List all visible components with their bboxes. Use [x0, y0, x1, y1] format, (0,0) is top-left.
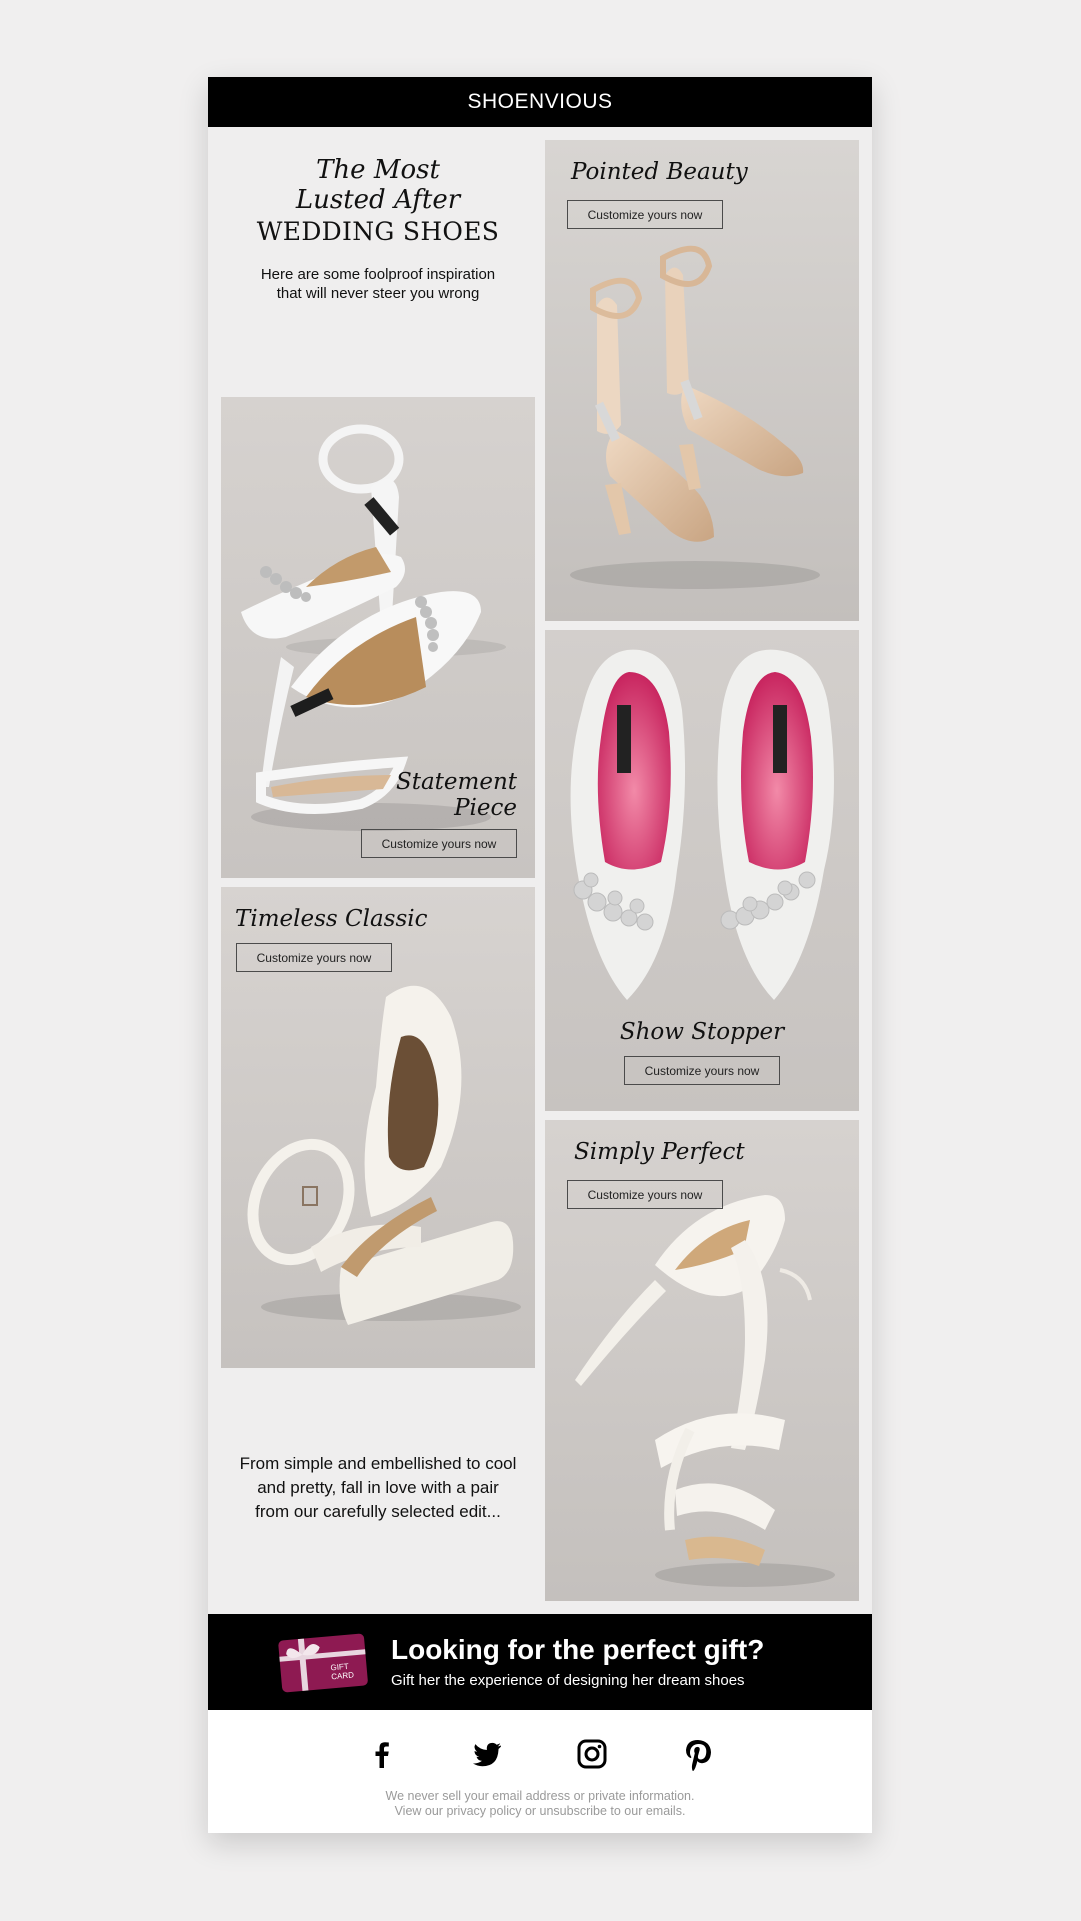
- facebook-icon[interactable]: [365, 1737, 399, 1771]
- timeless-classic-title: Timeless Classic: [235, 906, 428, 932]
- product-pointed-beauty[interactable]: Pointed Beauty Customize yours now: [545, 140, 859, 621]
- headline-line-1: The Most: [316, 155, 440, 185]
- outro-line-1: From simple and embellished to cool: [239, 1454, 517, 1473]
- outro-line-3: from our carefully selected edit...: [255, 1502, 501, 1521]
- product-statement-piece[interactable]: Statement Piece Customize yours now: [221, 397, 535, 878]
- instagram-icon[interactable]: [575, 1737, 609, 1771]
- outro-text: From simple and embellished to cool and …: [221, 1452, 535, 1524]
- gift-headline: Looking for the perfect gift?: [391, 1634, 765, 1665]
- pointed-beauty-customize-button[interactable]: Customize yours now: [567, 200, 723, 229]
- header-bar: SHOENVIOUS: [208, 77, 872, 127]
- brand-logo[interactable]: SHOENVIOUS: [467, 90, 612, 114]
- statement-piece-title-line-2: Piece: [454, 795, 517, 821]
- gift-card-icon: GIFT CARD: [278, 1633, 368, 1693]
- timeless-classic-customize-button[interactable]: Customize yours now: [236, 943, 392, 972]
- intro-block: The Most Lusted After WEDDING SHOES Here…: [221, 155, 535, 303]
- intro-subtitle: Here are some foolproof inspiration that…: [221, 265, 535, 303]
- product-show-stopper[interactable]: Show Stopper Customize yours now: [545, 630, 859, 1111]
- email-container: SHOENVIOUS The Most Lusted After WEDDING…: [208, 77, 872, 1833]
- disclaimer-line-1: We never sell your email address or priv…: [385, 1789, 695, 1803]
- show-stopper-title: Show Stopper: [619, 1019, 785, 1045]
- disclaimer-line-2[interactable]: View our privacy policy or unsubscribe t…: [208, 1804, 872, 1819]
- statement-piece-customize-button[interactable]: Customize yours now: [361, 829, 517, 858]
- show-stopper-customize-button[interactable]: Customize yours now: [624, 1056, 780, 1085]
- intro-subtitle-line-2: that will never steer you wrong: [276, 285, 480, 302]
- footer: We never sell your email address or priv…: [208, 1710, 872, 1833]
- gift-subtext: Gift her the experience of designing her…: [391, 1672, 745, 1689]
- simply-perfect-title: Simply Perfect: [574, 1139, 745, 1165]
- product-simply-perfect[interactable]: Simply Perfect Customize yours now: [545, 1120, 859, 1601]
- headline-line-2: Lusted After: [295, 185, 461, 215]
- outro-line-2: and pretty, fall in love with a pair: [257, 1478, 499, 1497]
- intro-subtitle-line-1: Here are some foolproof inspiration: [260, 266, 496, 283]
- pinterest-icon[interactable]: [681, 1737, 715, 1771]
- twitter-icon[interactable]: [470, 1737, 504, 1771]
- product-timeless-classic[interactable]: Timeless Classic Customize yours now: [221, 887, 535, 1368]
- pointed-beauty-title: Pointed Beauty: [571, 159, 748, 185]
- headline-line-3: WEDDING SHOES: [256, 217, 500, 246]
- statement-piece-title-line-1: Statement: [395, 769, 517, 795]
- statement-piece-title: Statement Piece: [396, 769, 517, 821]
- simply-perfect-customize-button[interactable]: Customize yours now: [567, 1180, 723, 1209]
- disclaimer: We never sell your email address or priv…: [208, 1789, 872, 1819]
- gift-banner[interactable]: GIFT CARD Looking for the perfect gift? …: [208, 1614, 872, 1710]
